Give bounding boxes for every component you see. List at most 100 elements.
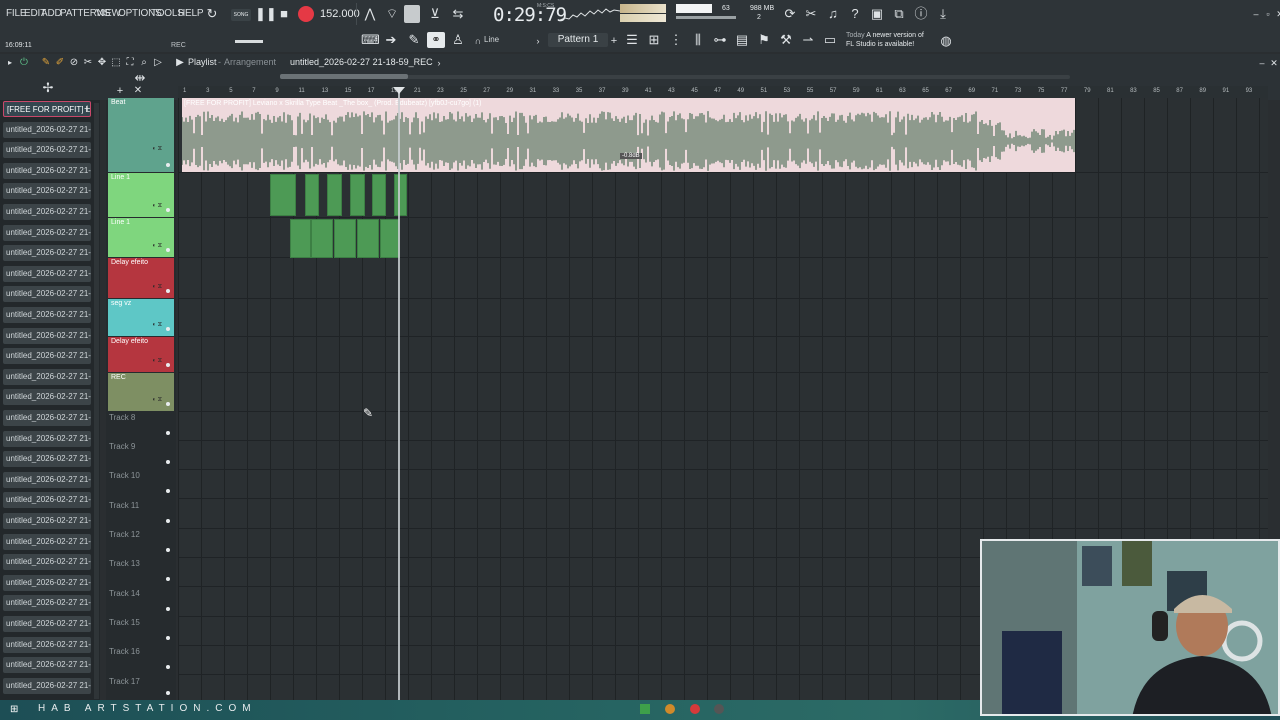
stamp-icon[interactable]: ♙ xyxy=(450,32,466,48)
line-audio-clip[interactable] xyxy=(394,174,407,216)
playback-icon[interactable]: ▷ xyxy=(150,55,166,71)
browser-pattern-item[interactable]: untitled_2026-02-27 21-... xyxy=(3,368,91,385)
track-header[interactable]: Track 14 xyxy=(108,588,174,616)
globe-icon[interactable]: ◍ xyxy=(938,33,954,49)
track-header[interactable]: Track 17 xyxy=(108,676,174,700)
track-header[interactable]: Beat ◐ ⧖ xyxy=(108,98,174,172)
track-header[interactable]: Track 8 xyxy=(108,412,174,440)
track-mute-led[interactable] xyxy=(166,665,170,669)
track-header[interactable]: Line 1 ◐ ⧖ xyxy=(108,218,174,257)
track-mute-led[interactable] xyxy=(166,548,170,552)
browser-pattern-item[interactable]: untitled_2026-02-27 21-... xyxy=(3,513,91,529)
microphone-icon[interactable]: ♫ xyxy=(825,6,841,22)
track-header[interactable]: Track 9 xyxy=(108,441,174,469)
scrollbar-thumb[interactable] xyxy=(280,74,408,79)
browser-pattern-item[interactable]: untitled_2026-02-27 21-... xyxy=(3,410,91,426)
plugin-icon[interactable]: ⚑ xyxy=(756,32,772,48)
update-notification[interactable]: Today A newer version of FL Studio is av… xyxy=(846,31,924,49)
line-audio-clip[interactable] xyxy=(270,174,296,216)
browser-pattern-item[interactable]: untitled_2026-02-27 21-... xyxy=(3,307,91,323)
browser-pattern-item[interactable]: untitled_2026-02-27 21-... xyxy=(3,162,91,179)
track-mute-led[interactable] xyxy=(166,519,170,523)
stop-icon[interactable]: ■ xyxy=(276,6,292,22)
track-header[interactable]: Track 13 xyxy=(108,558,174,586)
browser-pattern-item[interactable]: untitled_2026-02-27 21-... xyxy=(3,121,91,138)
browser-pattern-item[interactable]: untitled_2026-02-27 21-... xyxy=(3,430,91,447)
browser-pattern-item[interactable]: untitled_2026-02-27 21-... xyxy=(3,492,91,509)
help-icon[interactable]: ? xyxy=(847,6,863,22)
playhead[interactable] xyxy=(398,92,400,700)
export-icon[interactable]: ⧉ xyxy=(891,6,907,22)
countdown-button[interactable] xyxy=(404,5,420,23)
line-audio-clip[interactable] xyxy=(305,174,319,216)
pause-icon[interactable]: ❚❚ xyxy=(255,6,277,22)
line-audio-clip[interactable] xyxy=(350,174,365,216)
track-header[interactable]: Line 1 ◐ ⧖ xyxy=(108,173,174,217)
track-mute-led[interactable] xyxy=(166,691,170,695)
track-mute-led[interactable] xyxy=(166,489,170,493)
playlist-icon[interactable]: ☰ xyxy=(624,32,640,48)
track-mute-led[interactable] xyxy=(166,327,170,331)
download-icon[interactable]: ⤓ xyxy=(935,6,951,22)
track-header[interactable]: Track 12 xyxy=(108,529,174,557)
arrow-right-icon[interactable]: ➔ xyxy=(383,32,399,48)
time-display[interactable]: 0:29:79 xyxy=(493,4,567,26)
line-audio-clip[interactable] xyxy=(311,219,333,258)
wait-input-icon[interactable]: ⌔ xyxy=(384,6,400,22)
obs-taskbar-icon[interactable] xyxy=(714,704,724,714)
piano-roll-icon[interactable]: ⊞ xyxy=(646,32,662,48)
move-icon[interactable]: ✢ xyxy=(40,80,56,96)
power-icon[interactable]: ⏻ xyxy=(16,55,32,71)
track-controls-icon[interactable]: ◐ ⧖ xyxy=(152,284,162,291)
browser-pattern-item[interactable]: untitled_2026-02-27 21-... xyxy=(3,286,91,303)
close-icon[interactable]: ✕ xyxy=(1272,6,1280,22)
playlist-close-icon[interactable]: ✕ xyxy=(1266,55,1280,71)
add-pattern-icon[interactable]: + xyxy=(606,33,622,49)
chevron-right-icon[interactable]: › xyxy=(431,55,447,71)
track-mute-led[interactable] xyxy=(166,431,170,435)
browser-pattern-item[interactable]: untitled_2026-02-27 21-... xyxy=(3,677,91,694)
master-pitch-slider[interactable] xyxy=(235,40,263,43)
browser-pattern-item[interactable]: [FREE FOR PROFIT] L... xyxy=(3,101,91,117)
track-mute-led[interactable] xyxy=(166,248,170,252)
add-track-icon[interactable]: + xyxy=(112,83,128,99)
track-mute-led[interactable] xyxy=(166,208,170,212)
tempo-display[interactable]: 152.000 xyxy=(320,8,360,20)
timeline-ruler[interactable] xyxy=(178,86,1268,98)
track-mute-led[interactable] xyxy=(166,289,170,293)
browser-pattern-item[interactable]: untitled_2026-02-27 21-... xyxy=(3,245,91,262)
browser-pattern-item[interactable]: untitled_2026-02-27 21-... xyxy=(3,595,91,612)
snap-mode-select[interactable]: Line xyxy=(484,35,499,44)
browser-pattern-item[interactable]: untitled_2026-02-27 21-... xyxy=(3,265,91,282)
remove-icon[interactable]: ✕ xyxy=(130,83,146,99)
chevron-right-icon[interactable]: › xyxy=(530,33,546,49)
line-audio-clip[interactable] xyxy=(334,219,356,258)
browser-icon[interactable]: ▤ xyxy=(734,32,750,48)
browser-pattern-item[interactable]: untitled_2026-02-27 21-... xyxy=(3,574,91,591)
record-button[interactable] xyxy=(298,6,314,22)
windows-start-icon[interactable]: ⊞ xyxy=(10,704,18,715)
track-mute-led[interactable] xyxy=(166,460,170,464)
song-mode-button[interactable]: SONG xyxy=(231,9,251,21)
browser-pattern-item[interactable]: untitled_2026-02-27 21-... xyxy=(3,616,91,632)
browser-pattern-item[interactable]: untitled_2026-02-27 21-... xyxy=(3,389,91,406)
tools-icon[interactable]: ⚒ xyxy=(778,32,794,48)
track-mute-led[interactable] xyxy=(166,163,170,167)
browser-pattern-item[interactable]: untitled_2026-02-27 21-... xyxy=(3,471,91,488)
step-edit-icon[interactable]: ⊻ xyxy=(427,6,443,22)
shop-icon[interactable]: ▭ xyxy=(822,32,838,48)
audio-editor-icon[interactable]: ⇀ xyxy=(800,32,816,48)
browser-pattern-item[interactable]: untitled_2026-02-27 21-... xyxy=(3,554,91,571)
track-header[interactable]: Track 16 xyxy=(108,646,174,674)
browser-pattern-item[interactable]: untitled_2026-02-27 21-... xyxy=(3,348,91,365)
undo-icon[interactable]: ⟳ xyxy=(782,6,798,22)
browser-scrollbar[interactable] xyxy=(94,103,99,699)
track-header[interactable]: Track 15 xyxy=(108,617,174,645)
track-controls-icon[interactable]: ◐ ⧖ xyxy=(152,243,162,250)
metronome-icon[interactable]: ⋀ xyxy=(362,6,378,22)
recorder-taskbar-icon[interactable] xyxy=(690,704,700,714)
line-audio-clip[interactable] xyxy=(357,219,379,258)
browser-pattern-item[interactable]: untitled_2026-02-27 21-... xyxy=(3,636,91,653)
menu-add[interactable]: ADD xyxy=(41,8,62,19)
browser-pattern-item[interactable]: untitled_2026-02-27 21-... xyxy=(3,204,91,220)
